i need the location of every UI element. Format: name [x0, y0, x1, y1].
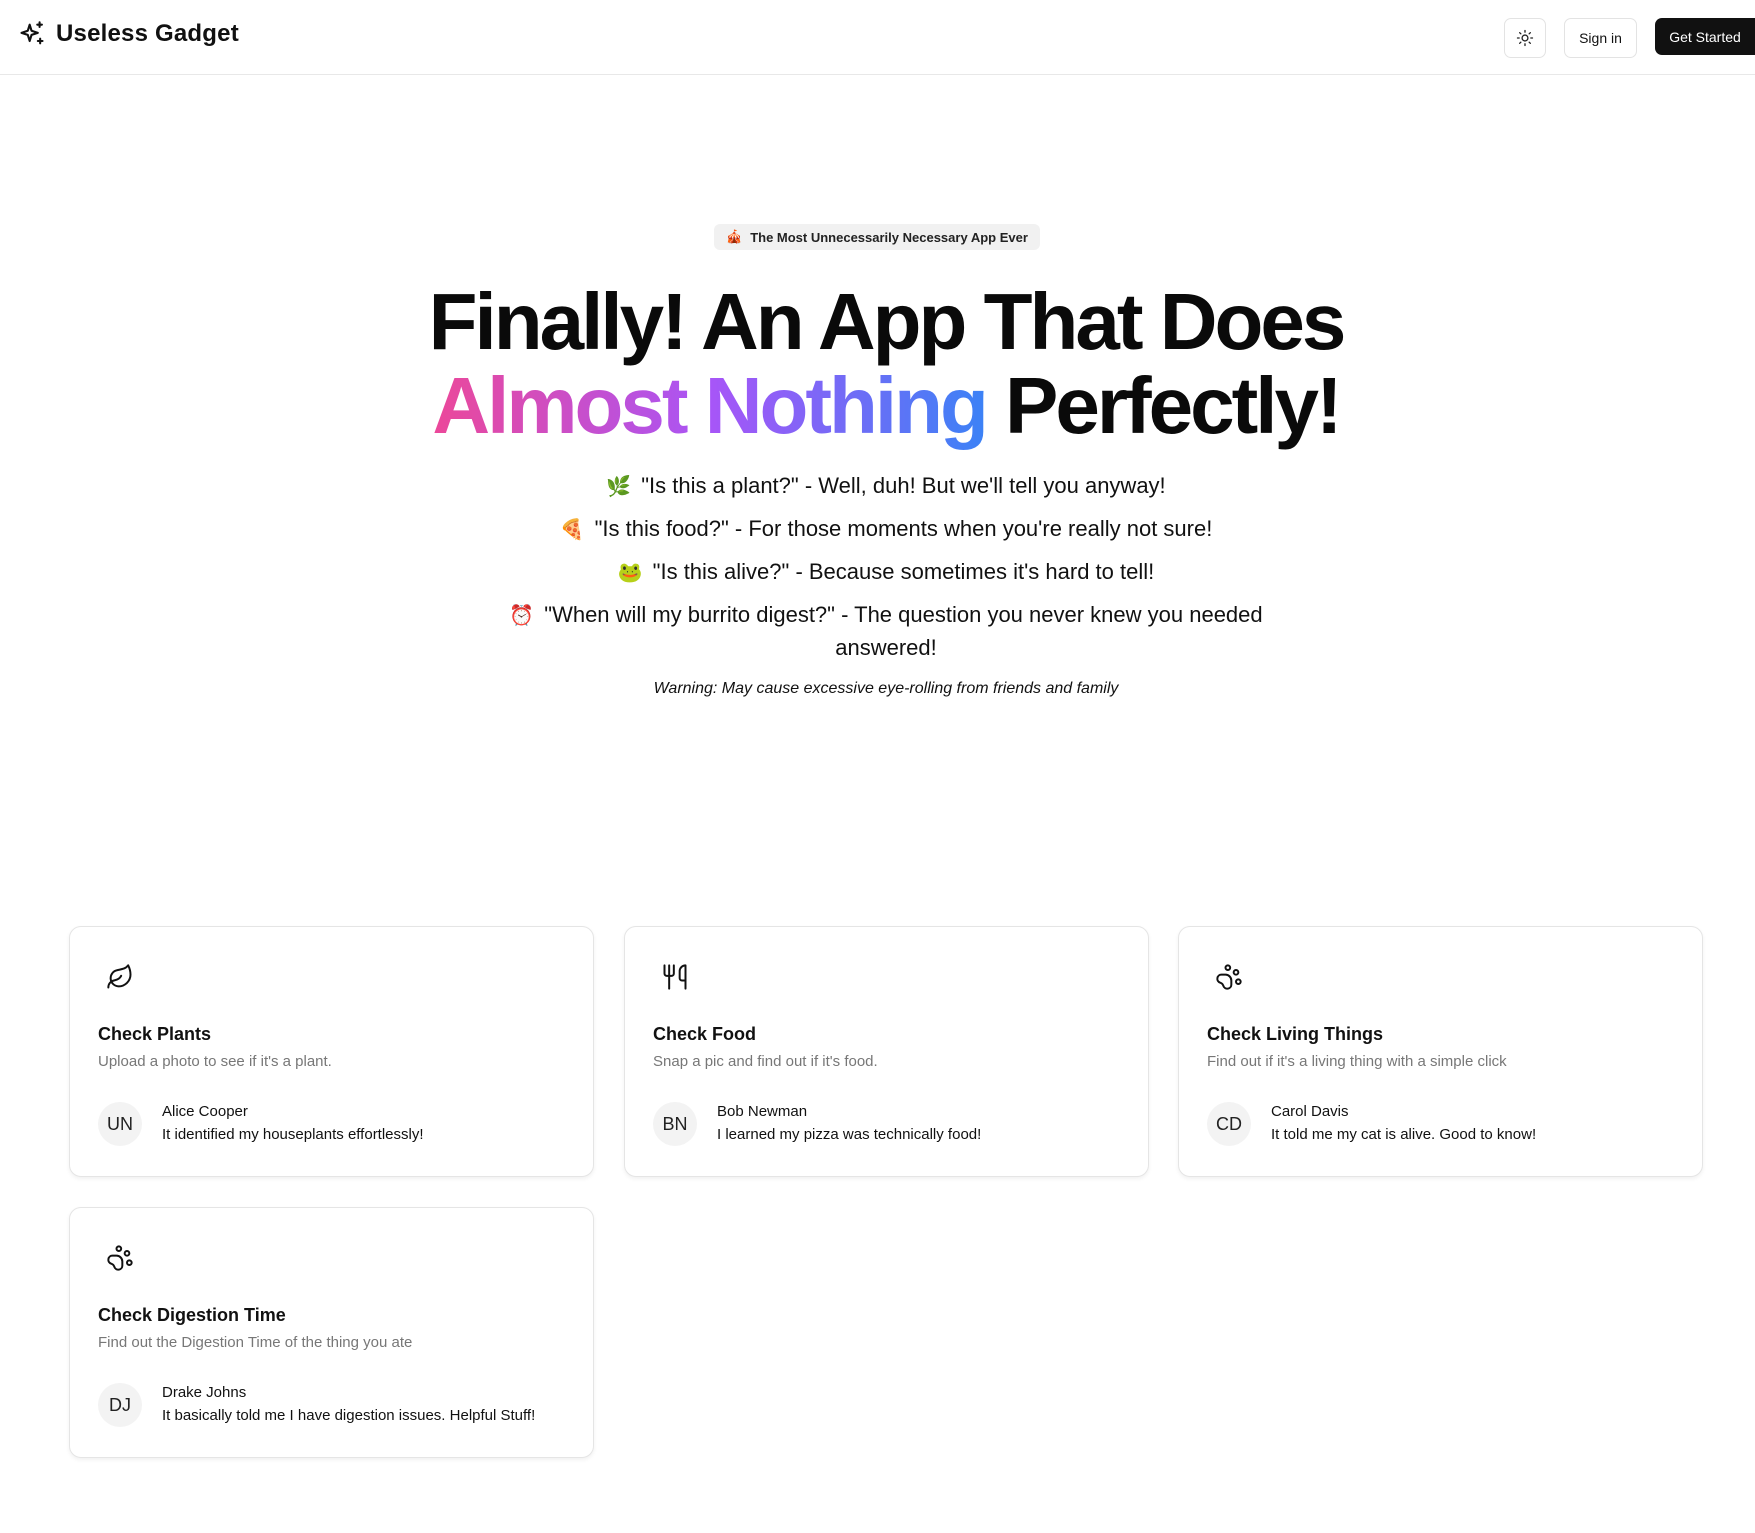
hero-badge-text: The Most Unnecessarily Necessary App Eve… [750, 229, 1028, 245]
card-description: Upload a photo to see if it's a plant. [98, 1053, 332, 1070]
reviewer-name: Alice Cooper [162, 1103, 248, 1120]
theme-toggle-button[interactable] [1504, 18, 1546, 58]
avatar: BN [653, 1102, 697, 1146]
avatar: DJ [98, 1383, 142, 1427]
headline-line-1: Finally! An App That Does [428, 277, 1347, 366]
brand-name: Useless Gadget [56, 20, 239, 47]
card-title: Check Living Things [1207, 1024, 1384, 1044]
card-description: Find out the Digestion Time of the thing… [98, 1334, 413, 1351]
feature-card-digestion[interactable]: Check Digestion Time Find out the Digest… [69, 1207, 594, 1458]
card-title: Check Plants [98, 1024, 212, 1044]
tagline-list: 🌿 "Is this a plant?" - Well, duh! But we'… [476, 470, 1296, 674]
tagline-text: "Is this food?" - For those moments when… [594, 516, 1213, 541]
tagline-text: "When will my burrito digest?" - The que… [544, 602, 1263, 660]
headline-end-text: Perfectly! [985, 361, 1343, 450]
reviewer-name: Bob Newman [717, 1103, 808, 1120]
tagline-item: ⏰ "When will my burrito digest?" - The qu… [476, 599, 1296, 664]
avatar: CD [1207, 1102, 1251, 1146]
pizza-icon: 🍕 [559, 519, 585, 541]
card-description: Find out if it's a living thing with a s… [1207, 1053, 1507, 1070]
sign-in-button[interactable]: Sign in [1564, 18, 1637, 58]
avatar: UN [98, 1102, 142, 1146]
hero-warning: Warning: May cause excessive eye-rolling… [653, 680, 1119, 697]
brand[interactable]: Useless Gadget [18, 20, 239, 48]
tagline-item: 🍕 "Is this food?" - For those moments whe… [476, 513, 1296, 546]
review-text: It basically told me I have digestion is… [162, 1407, 536, 1424]
headline-gradient-text: Almost Nothing [432, 361, 988, 450]
herb-icon: 🌿 [606, 476, 632, 498]
tagline-item: 🐸 "Is this alive?" - Because sometimes it… [476, 556, 1296, 589]
hero-badge: 🎪 The Most Unnecessarily Necessary App E… [714, 224, 1040, 250]
leaf-icon [107, 964, 132, 989]
tagline-text: "Is this alive?" - Because sometimes it'… [652, 559, 1155, 584]
card-title: Check Food [653, 1024, 757, 1044]
feature-card-plants[interactable]: Check Plants Upload a photo to see if it… [69, 926, 594, 1177]
utensils-icon [663, 964, 687, 990]
hero-headline: Finally! An App That Does Almost Nothing… [0, 280, 1755, 448]
feature-card-food[interactable]: Check Food Snap a pic and find out if it… [624, 926, 1149, 1177]
review-text: It told me my cat is alive. Good to know… [1271, 1126, 1537, 1143]
circus-tent-icon: 🎪 [726, 229, 743, 244]
get-started-button[interactable]: Get Started [1655, 18, 1755, 55]
reviewer-name: Carol Davis [1271, 1103, 1349, 1120]
sun-icon [1516, 29, 1534, 47]
tagline-item: 🌿 "Is this a plant?" - Well, duh! But we'… [476, 470, 1296, 503]
reviewer-name: Drake Johns [162, 1384, 247, 1401]
feature-card-living-things[interactable]: Check Living Things Find out if it's a l… [1178, 926, 1703, 1177]
frog-icon: 🐸 [617, 562, 643, 584]
paw-icon [107, 1245, 133, 1271]
site-header: Useless Gadget Sign in Get Started [0, 0, 1755, 75]
alarm-clock-icon: ⏰ [509, 605, 535, 627]
sparkles-icon [20, 21, 44, 45]
paw-icon [1216, 964, 1242, 990]
card-description: Snap a pic and find out if it's food. [653, 1053, 878, 1070]
review-text: It identified my houseplants effortlessl… [162, 1126, 424, 1143]
review-text: I learned my pizza was technically food! [717, 1126, 982, 1143]
tagline-text: "Is this a plant?" - Well, duh! But we'l… [641, 473, 1166, 498]
card-title: Check Digestion Time [98, 1305, 286, 1325]
